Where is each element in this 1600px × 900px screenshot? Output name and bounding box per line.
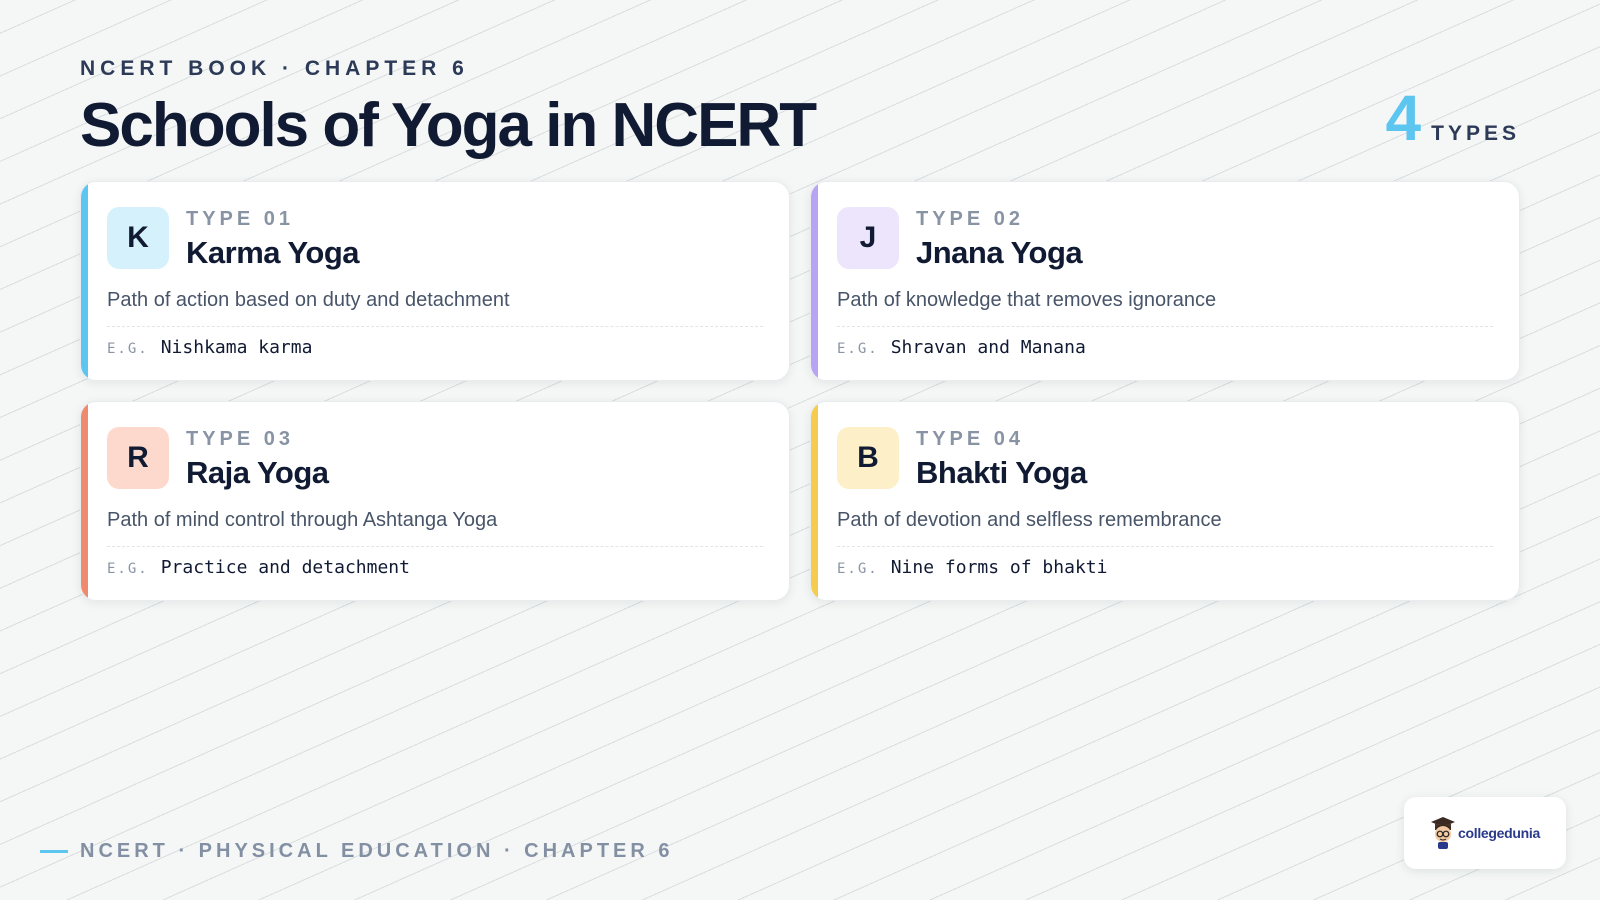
card-description: Path of action based on duty and detachm… <box>107 289 510 311</box>
card-title: Bhakti Yoga <box>916 455 1087 490</box>
example-label: E.G. <box>837 341 879 357</box>
logo-text: collegedunia <box>1458 825 1540 841</box>
example-value: Nine forms of bhakti <box>890 557 1108 578</box>
example-value: Practice and detachment <box>160 557 410 578</box>
card-type-label: TYPE 04 <box>916 428 1025 450</box>
example-label: E.G. <box>107 341 149 357</box>
card-accent-bar <box>811 182 818 380</box>
card-raja-yoga: R TYPE 03 Raja Yoga Path of mind control… <box>80 401 790 601</box>
example-value: Shravan and Manana <box>890 337 1086 358</box>
card-divider <box>837 546 1493 547</box>
card-title: Jnana Yoga <box>916 235 1083 270</box>
card-letter-badge: K <box>107 207 169 269</box>
footer: NCERT · PHYSICAL EDUCATION · CHAPTER 6 <box>40 840 674 863</box>
type-count: 4 TYPES <box>1386 86 1520 150</box>
card-title: Raja Yoga <box>186 455 329 490</box>
card-letter-badge: B <box>837 427 899 489</box>
eyebrow-label: NCERT BOOK · CHAPTER 6 <box>80 57 469 80</box>
card-type-label: TYPE 01 <box>186 208 295 230</box>
card-example: E.G. Nine forms of bhakti <box>837 557 1107 578</box>
footer-text: NCERT · PHYSICAL EDUCATION · CHAPTER 6 <box>80 840 674 862</box>
example-label: E.G. <box>107 561 149 577</box>
card-accent-bar <box>81 182 88 380</box>
card-description: Path of mind control through Ashtanga Yo… <box>107 509 498 531</box>
card-divider <box>837 326 1493 327</box>
card-accent-bar <box>811 402 818 600</box>
card-bhakti-yoga: B TYPE 04 Bhakti Yoga Path of devotion a… <box>810 401 1520 601</box>
card-accent-bar <box>81 402 88 600</box>
type-count-number: 4 <box>1385 82 1422 154</box>
type-count-label: TYPES <box>1431 122 1520 145</box>
card-example: E.G. Shravan and Manana <box>837 337 1086 358</box>
card-title: Karma Yoga <box>186 235 360 270</box>
card-example: E.G. Nishkama karma <box>107 337 312 358</box>
card-example: E.G. Practice and detachment <box>107 557 410 578</box>
card-type-label: TYPE 03 <box>186 428 295 450</box>
page-title: Schools of Yoga in NCERT <box>80 91 817 160</box>
mascot-icon <box>1431 817 1455 849</box>
example-label: E.G. <box>837 561 879 577</box>
card-divider <box>107 326 763 327</box>
card-letter-badge: J <box>837 207 899 269</box>
card-description: Path of devotion and selfless remembranc… <box>837 509 1222 531</box>
card-jnana-yoga: J TYPE 02 Jnana Yoga Path of knowledge t… <box>810 181 1520 381</box>
example-value: Nishkama karma <box>160 337 313 358</box>
collegedunia-logo[interactable]: collegedunia <box>1404 797 1566 869</box>
card-description: Path of knowledge that removes ignorance <box>837 289 1217 311</box>
card-karma-yoga: K TYPE 01 Karma Yoga Path of action base… <box>80 181 790 381</box>
card-letter-badge: R <box>107 427 169 489</box>
card-divider <box>107 546 763 547</box>
footer-accent-line <box>40 850 68 853</box>
card-type-label: TYPE 02 <box>916 208 1025 230</box>
